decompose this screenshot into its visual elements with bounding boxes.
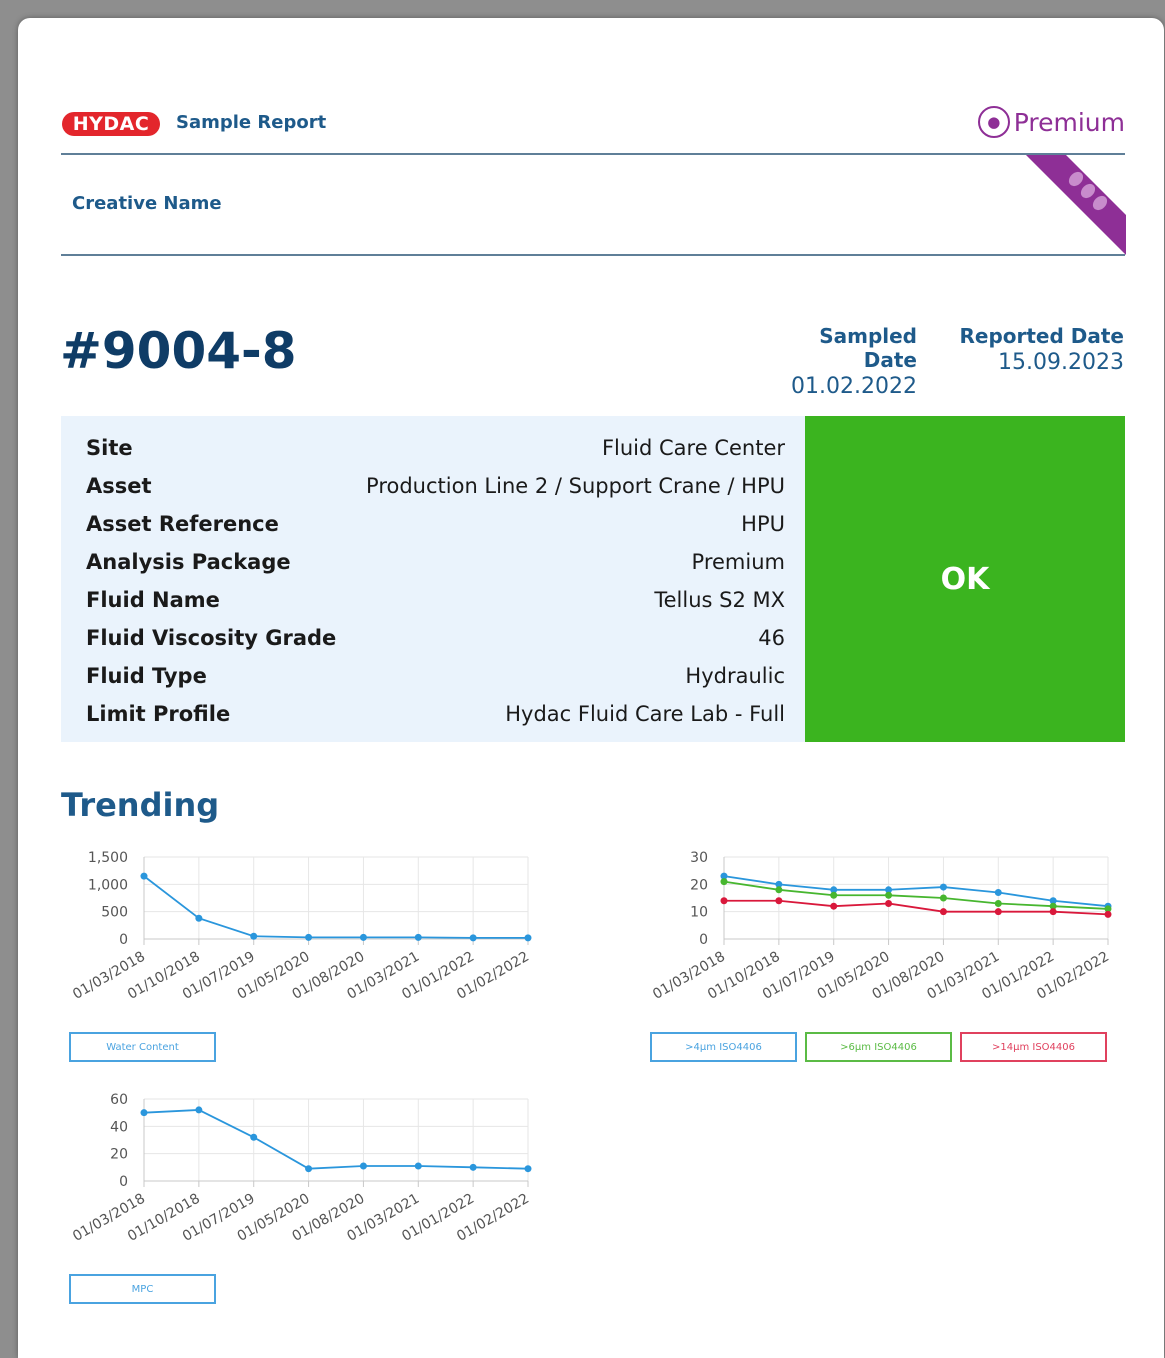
info-row: Asset Production Line 2 / Support Crane …: [86, 467, 785, 505]
info-value: Hydraulic: [685, 664, 785, 688]
y-tick-label: 1,000: [88, 877, 128, 893]
trending-heading: Trending: [61, 786, 220, 824]
data-point: [939, 883, 947, 891]
y-tick-label: 0: [119, 1174, 128, 1190]
series-line: [143, 875, 528, 939]
hydac-logo: HYDAC: [62, 112, 160, 136]
data-point: [1049, 908, 1057, 916]
data-point: [720, 897, 728, 905]
data-point: [305, 933, 313, 941]
data-point: [195, 914, 203, 922]
info-value: HPU: [741, 512, 785, 536]
info-label: Site: [86, 436, 133, 460]
info-value: 46: [758, 626, 785, 650]
y-tick-label: 40: [110, 1119, 128, 1135]
info-label: Limit Profile: [86, 702, 231, 726]
reported-date-block: Reported Date 15.09.2023: [955, 324, 1124, 375]
data-point: [524, 934, 532, 942]
data-point: [469, 1163, 477, 1171]
reported-date-value: 15.09.2023: [998, 350, 1124, 375]
header-divider: [61, 153, 1125, 155]
y-tick-label: 1,500: [88, 850, 128, 866]
status-ok-panel: OK: [805, 416, 1125, 742]
reported-date-label: Reported Date: [959, 324, 1124, 348]
info-row: Fluid Type Hydraulic: [86, 657, 785, 695]
data-point: [414, 933, 422, 941]
info-label: Asset: [86, 474, 152, 498]
sampled-date-value: 01.02.2022: [791, 374, 917, 399]
data-point: [195, 1106, 203, 1114]
data-point: [414, 1162, 422, 1170]
data-point: [775, 897, 783, 905]
info-label: Fluid Viscosity Grade: [86, 626, 337, 650]
data-point: [994, 889, 1002, 897]
data-point: [885, 891, 893, 899]
info-value: Production Line 2 / Support Crane / HPU: [366, 474, 785, 498]
legend-water-content[interactable]: Water Content: [69, 1032, 216, 1062]
data-point: [524, 1165, 532, 1173]
legend-4um[interactable]: >4μm ISO4406: [650, 1032, 797, 1062]
info-row: Analysis Package Premium: [86, 543, 785, 581]
info-row: Limit Profile Hydac Fluid Care Lab - Ful…: [86, 695, 785, 733]
y-tick-label: 0: [119, 932, 128, 948]
mpc-chart: 020406001/03/201801/10/201801/07/201901/…: [70, 1092, 532, 1245]
legend-mpc[interactable]: MPC: [69, 1274, 216, 1304]
info-label: Analysis Package: [86, 550, 291, 574]
sample-id: #9004-8: [60, 322, 297, 380]
series-line: [143, 1109, 529, 1170]
data-point: [939, 908, 947, 916]
data-point: [720, 878, 728, 886]
premium-badge: ● Premium: [977, 106, 1125, 138]
creative-name: Creative Name: [72, 193, 222, 214]
data-point: [994, 908, 1002, 916]
info-row: Fluid Viscosity Grade 46: [86, 619, 785, 657]
data-point: [140, 872, 148, 880]
premium-ribbon: [1026, 155, 1126, 255]
data-point: [994, 899, 1002, 907]
data-point: [885, 899, 893, 907]
report-title: Sample Report: [176, 112, 327, 133]
info-value: Tellus S2 MX: [654, 588, 785, 612]
y-tick-label: 0: [699, 932, 708, 948]
data-point: [250, 1133, 258, 1141]
water-content-chart: 05001,0001,50001/03/201801/10/201801/07/…: [70, 850, 532, 1003]
data-point: [939, 894, 947, 902]
legend-6um[interactable]: >6μm ISO4406: [805, 1032, 952, 1062]
info-value: Premium: [691, 550, 785, 574]
y-tick-label: 500: [101, 905, 128, 921]
data-point: [359, 933, 367, 941]
y-tick-label: 20: [110, 1147, 128, 1163]
data-point: [1104, 910, 1112, 918]
data-point: [830, 891, 838, 899]
info-value: Fluid Care Center: [601, 436, 785, 460]
y-tick-label: 30: [690, 850, 708, 866]
data-point: [250, 932, 258, 940]
info-label: Asset Reference: [86, 512, 279, 536]
data-point: [469, 934, 477, 942]
info-row: Site Fluid Care Center: [86, 429, 785, 467]
y-tick-label: 20: [690, 877, 708, 893]
y-tick-label: 60: [110, 1092, 128, 1108]
particle-count-chart: 010203001/03/201801/10/201801/07/201901/…: [650, 850, 1112, 1003]
data-point: [140, 1109, 148, 1117]
info-row: Fluid Name Tellus S2 MX: [86, 581, 785, 619]
microscope-icon: ●: [977, 106, 1010, 138]
premium-label: Premium: [1013, 107, 1125, 137]
legend-14um[interactable]: >14μm ISO4406: [960, 1032, 1107, 1062]
info-value: Hydac Fluid Care Lab - Full: [505, 702, 785, 726]
info-label: Fluid Type: [86, 664, 207, 688]
info-label: Fluid Name: [86, 588, 220, 612]
data-point: [830, 902, 838, 910]
data-point: [305, 1165, 313, 1173]
sampled-date-block: Sampled Date 01.02.2022: [760, 324, 917, 399]
data-point: [775, 886, 783, 894]
subheader-divider: [61, 254, 1125, 256]
info-row: Asset Reference HPU: [86, 505, 785, 543]
sample-info-table: Site Fluid Care Center Asset Production …: [61, 416, 805, 742]
y-tick-label: 10: [690, 905, 708, 921]
sampled-date-label: Sampled Date: [819, 324, 917, 372]
data-point: [359, 1162, 367, 1170]
